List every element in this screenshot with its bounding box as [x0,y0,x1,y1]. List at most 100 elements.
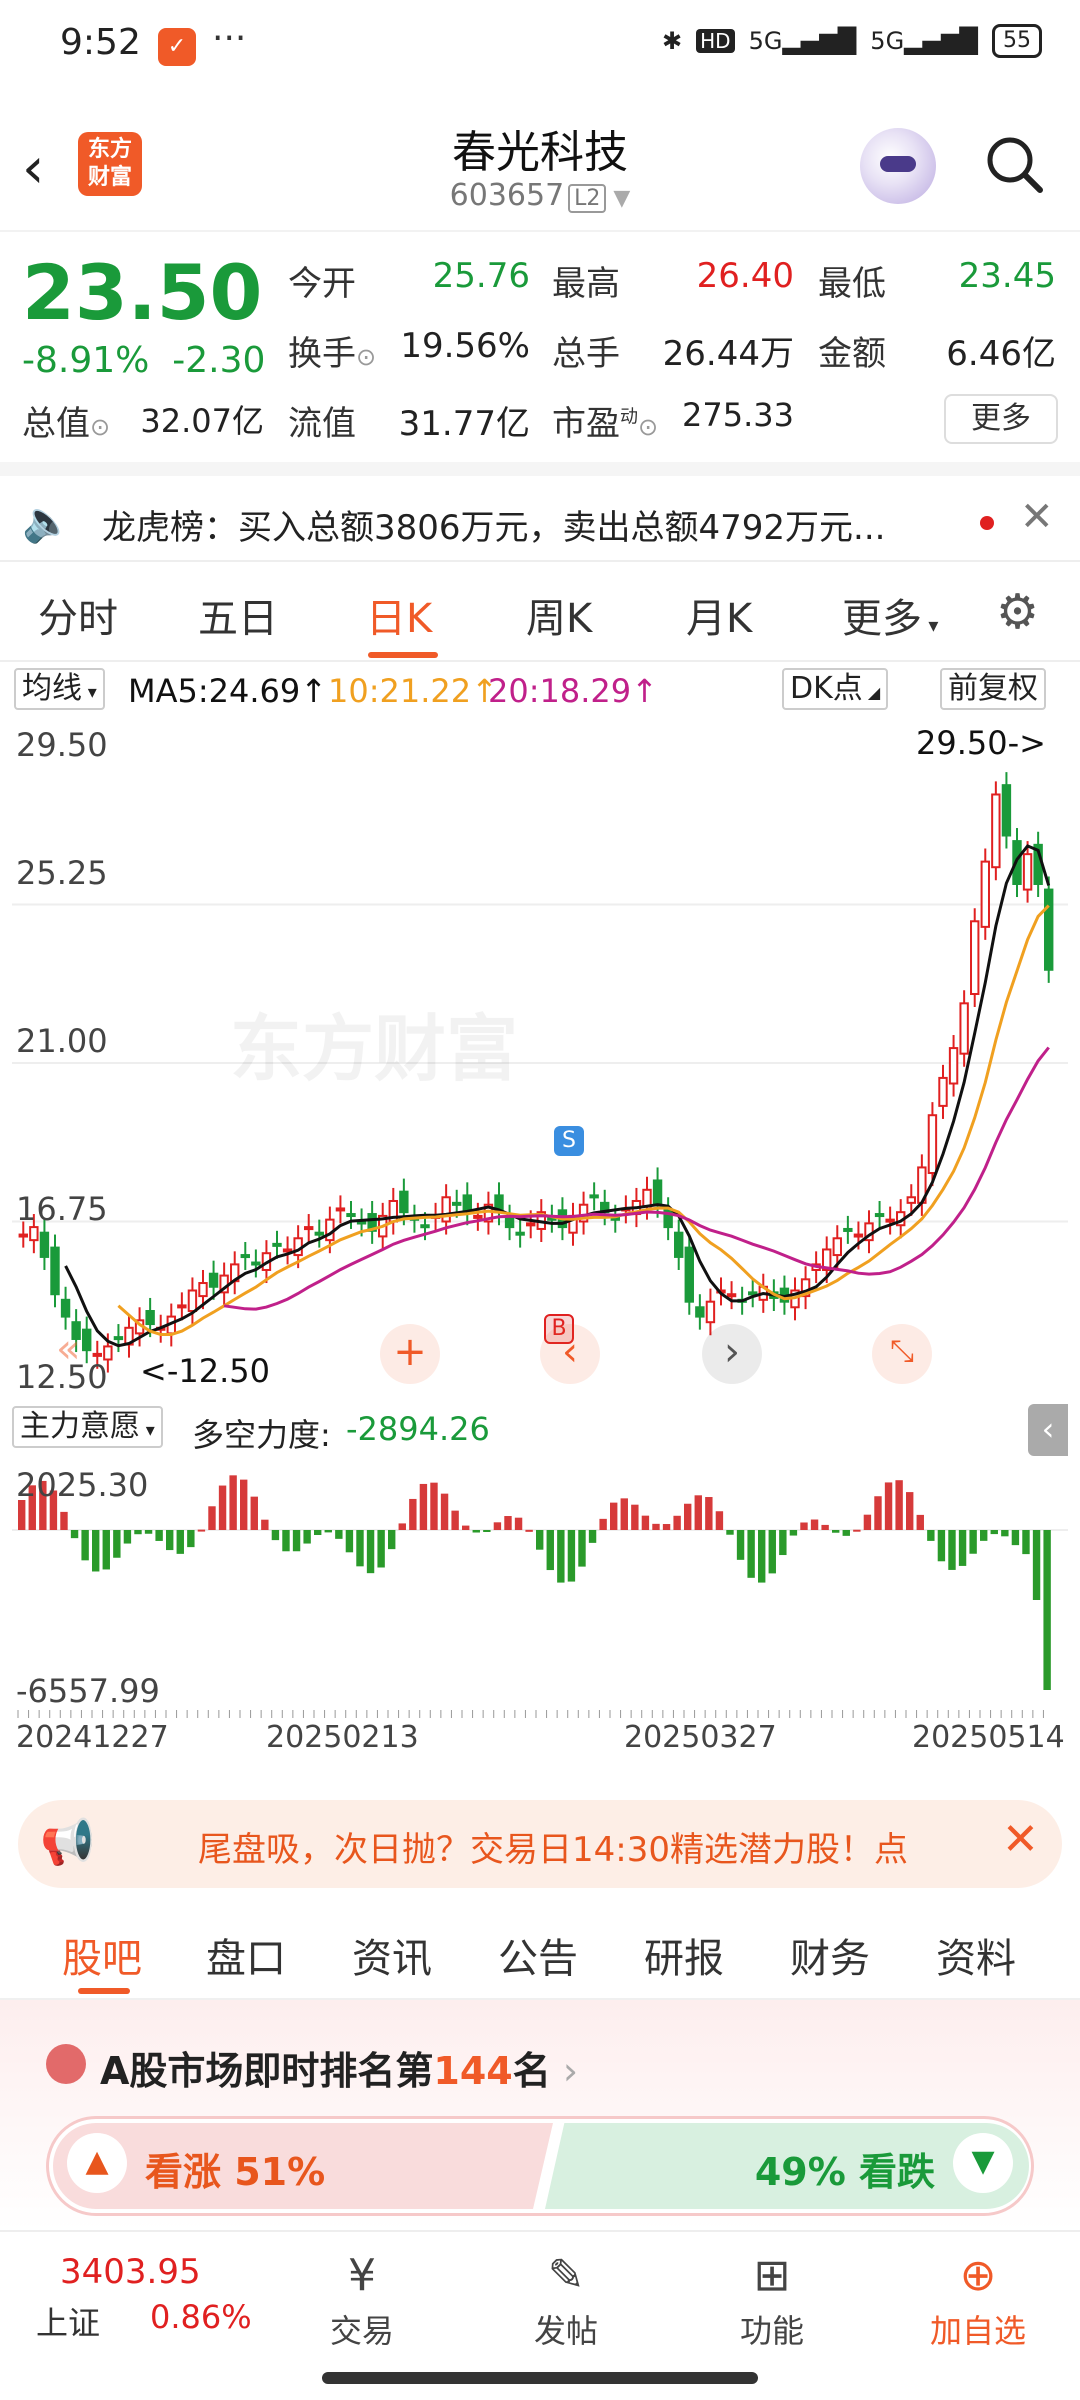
bullish-label: 看涨 51% [145,2150,326,2194]
candle-body [991,793,1001,869]
tab-pankou[interactable]: 盘口 [206,1926,286,1984]
index-value[interactable]: 3403.95 [60,2252,201,2292]
search-icon[interactable] [984,134,1044,194]
indicator-bar [155,1530,163,1541]
candle-body [684,1246,694,1303]
tab-daily-k[interactable]: 日K [366,586,432,644]
bottom-nav: 3403.95 上证 0.86% ¥ 交易 ✎ 发帖 ⊞ 功能 ⊕ 加自选 [0,2230,1080,2400]
ranking-section: A股市场即时排名第144名 › ▲ 看涨 51% 49% 看跌 ▼ [0,2000,1080,2230]
indicator-bar [1032,1530,1041,1600]
yuan-icon: ¥ [348,2250,376,2301]
candle-body [335,1207,346,1212]
tab-news[interactable]: 资讯 [352,1926,432,1984]
indicator-chart[interactable]: 2025.30 -6557.99 [12,1460,1068,1720]
candle-body [251,1261,261,1266]
gear-icon[interactable]: ⚙ [996,584,1039,640]
next-icon[interactable]: › [702,1324,762,1384]
indicator-bar [948,1530,956,1570]
zoom-in-icon[interactable]: + [380,1324,440,1384]
indicator-label: 多空力度: [192,1416,331,1454]
scroll-left-icon[interactable]: « [56,1326,80,1372]
indicator-bar [620,1498,628,1530]
dk-point-selector[interactable]: DK点 ◢ [782,668,889,710]
indicator-bar [218,1485,227,1530]
nav-post[interactable]: ✎ 发帖 [496,2246,636,2352]
candle-body [452,1201,462,1206]
nav-add-watchlist[interactable]: ⊕ 加自选 [908,2246,1048,2352]
index-name[interactable]: 上证 [36,2298,100,2344]
adjust-selector[interactable]: 前复权 [940,668,1046,710]
indicator-bar [1001,1530,1009,1537]
app-notification-icon: ✓ [158,28,196,66]
tab-profile[interactable]: 资料 [936,1926,1016,1984]
chart-period-tabs: 分时 五日 日K 周K 月K 更多 ▾ ⚙ [0,562,1080,662]
candle-body [695,1306,705,1318]
nav-trade-label: 交易 [329,2312,394,2350]
more-button[interactable]: 更多 [944,394,1058,444]
tab-more[interactable]: 更多 ▾ [842,586,938,644]
dragon-tiger-notice[interactable]: 🔈 龙虎榜：买入总额3806万元，卖出总额4792万元... ✕ [0,462,1080,562]
indicator-bar [398,1523,406,1530]
indicator-bar [261,1519,269,1530]
close-icon[interactable]: ✕ [1020,494,1054,540]
candle-body [272,1242,282,1247]
nav-trade[interactable]: ¥ 交易 [292,2246,432,2352]
indicator-selector[interactable]: 主力意愿 ▾ [12,1406,163,1448]
open-label: 今开 [288,264,356,304]
index-change[interactable]: 0.86% [150,2298,252,2336]
status-time: 9:52 [60,22,141,63]
close-icon[interactable]: ✕ [1002,1814,1039,1865]
kline-chart[interactable]: 29.50 25.25 21.00 16.75 12.50 29.50-> <-… [12,720,1068,1400]
indicator-bar [250,1496,258,1530]
date-label: 20250514 [912,1720,1065,1755]
rank-text[interactable]: A股市场即时排名第144名 › [100,2040,578,2095]
more-notifications-icon: ··· [212,18,247,59]
bluetooth-icon: ✱ [662,27,683,55]
candle-body [441,1196,451,1223]
tab-guba[interactable]: 股吧 [62,1926,142,1984]
candle-body [1001,784,1012,837]
watermark: 东方财富 [230,1007,519,1091]
y-tick-label: 29.50 [16,726,108,764]
candle-body [927,1114,938,1175]
nav-functions[interactable]: ⊞ 功能 [702,2246,842,2352]
indicator-bar [483,1530,491,1532]
tab-research[interactable]: 研报 [644,1926,724,1984]
tab-intraday[interactable]: 分时 [38,586,118,644]
volume-label: 总手 [552,334,620,374]
indicator-min-label: -6557.99 [16,1672,160,1710]
tab-monthly-k[interactable]: 月K [686,586,752,644]
info-icon[interactable]: ⊙ [638,413,658,441]
candle-body [674,1231,684,1258]
nav-post-label: 发帖 [533,2312,598,2350]
ma-selector[interactable]: 均线 ▾ [14,668,105,710]
sell-signal-badge[interactable]: S [554,1126,584,1156]
candle-body [304,1226,314,1231]
vote-up-button[interactable]: ▲ [67,2133,127,2193]
indicator-bar [176,1530,184,1554]
promo-banner[interactable]: 📢 尾盘吸，次日抛？交易日14:30精选潜力股！点 ✕ [18,1800,1062,1888]
indicator-bar [102,1530,110,1570]
tab-5day[interactable]: 五日 [198,586,278,644]
tab-finance[interactable]: 财务 [790,1926,870,1984]
rank-icon [46,2044,86,2084]
prev-icon[interactable]: ‹ [540,1324,600,1384]
indicator-bar [314,1530,322,1536]
tab-weekly-k[interactable]: 周K [526,586,592,644]
tab-announcements[interactable]: 公告 [498,1926,578,1984]
change-pct: -8.91% [22,340,150,381]
indicator-bar [208,1506,216,1530]
assistant-robot-icon[interactable] [860,128,936,204]
candle-body [705,1300,716,1324]
fullscreen-icon[interactable]: ⤡ [872,1324,932,1384]
indicator-bar [282,1530,290,1552]
kline-svg[interactable] [12,720,1068,1400]
collapse-panel-icon[interactable]: ‹ [1028,1404,1068,1456]
indicator-bar [684,1503,692,1530]
vote-down-button[interactable]: ▼ [953,2133,1013,2193]
info-icon[interactable]: ⊙ [356,343,376,371]
indicator-bar [736,1530,745,1560]
candle-body [208,1272,219,1288]
indicator-bar [980,1530,988,1541]
info-icon[interactable]: ⊙ [90,413,110,441]
